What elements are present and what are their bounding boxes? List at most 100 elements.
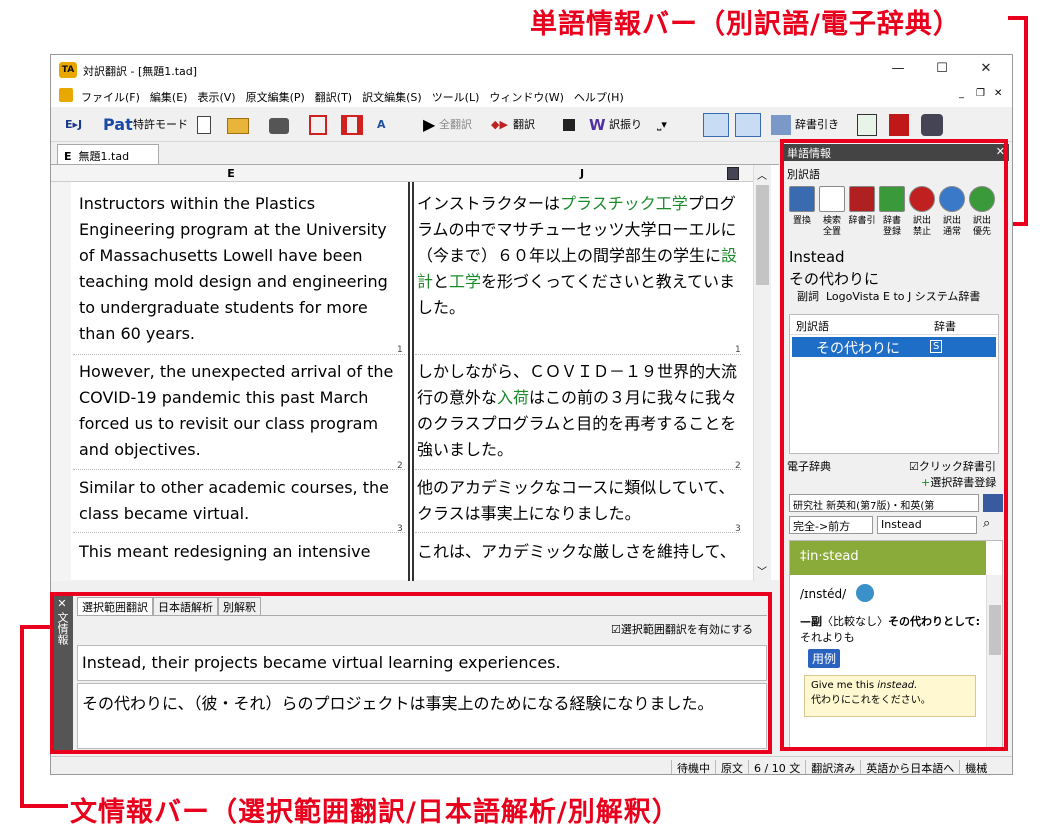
row-separator bbox=[415, 469, 741, 470]
ej-direction-button[interactable]: E▸J bbox=[65, 114, 82, 136]
row-separator bbox=[73, 532, 405, 533]
close-button[interactable]: ✕ bbox=[971, 61, 1001, 76]
open-folder-icon[interactable] bbox=[227, 118, 249, 134]
target-text: と bbox=[433, 272, 450, 291]
mdi-close-button[interactable]: ✕ bbox=[994, 88, 1002, 99]
doc-tab-bar: E 無題1.tad bbox=[51, 144, 779, 164]
target-text: インストラクターは bbox=[417, 194, 561, 213]
menu-item[interactable]: 訳文編集(S) bbox=[362, 89, 422, 105]
column-header-j[interactable]: J bbox=[411, 165, 753, 182]
row-number: 1 bbox=[735, 345, 741, 355]
highlight-term[interactable]: 入荷 bbox=[497, 388, 529, 407]
row-header bbox=[51, 182, 71, 581]
menu-item[interactable]: ファイル(F) bbox=[81, 89, 140, 105]
doc-tab-label: 無題1.tad bbox=[78, 150, 130, 163]
callout-line bbox=[1024, 16, 1028, 226]
scroll-thumb[interactable] bbox=[756, 185, 769, 285]
row-separator bbox=[415, 354, 741, 355]
highlight-term[interactable]: プラスチック工学 bbox=[560, 194, 688, 213]
scroll-down-icon[interactable]: ﹀ bbox=[757, 563, 767, 578]
source-cell[interactable]: Similar to other academic courses, the c… bbox=[79, 475, 405, 527]
status-items: 待機中 原文 6 / 10 文翻訳済み 英語から日本語へ 機械 bbox=[671, 760, 992, 774]
row-number: 3 bbox=[735, 524, 741, 534]
mdi-restore-button[interactable]: ❐ bbox=[976, 88, 985, 99]
target-cell[interactable]: これは、アカデミックな厳しさを維持して、 bbox=[417, 539, 741, 565]
menu-bar: ファイル(F) 編集(E) 表示(V) 原文編集(P) 翻訳(T) 訳文編集(S) ツール(… bbox=[51, 85, 1012, 107]
dictionary-icon bbox=[771, 115, 791, 135]
highlight-sentence-info bbox=[50, 592, 772, 754]
status-item: 6 / 10 文 bbox=[748, 760, 805, 774]
target-cell[interactable]: 他のアカデミックなコースに類似していて、クラスは事実上になりました。 bbox=[417, 475, 741, 527]
minimize-button[interactable]: — bbox=[883, 61, 913, 76]
column-header-e[interactable]: E bbox=[51, 165, 411, 182]
row-number: 2 bbox=[735, 461, 741, 471]
source-cell[interactable]: However, the unexpected arrival of the C… bbox=[79, 359, 405, 463]
stop-icon[interactable] bbox=[563, 119, 575, 131]
status-item: 英語から日本語へ bbox=[860, 760, 959, 774]
row-number: 2 bbox=[397, 461, 403, 471]
highlight-word-info bbox=[780, 139, 1008, 751]
translate-all-button[interactable]: 全翻訳 bbox=[439, 114, 472, 136]
menu-item[interactable]: ツール(L) bbox=[432, 89, 480, 105]
menu-item[interactable]: 翻訳(T) bbox=[315, 89, 352, 105]
status-item: 原文 bbox=[715, 760, 748, 774]
dict-lookup-button[interactable]: 辞書引き bbox=[795, 114, 839, 136]
translate-button[interactable]: 翻訳 bbox=[513, 114, 535, 136]
grid-corner-icon[interactable] bbox=[727, 167, 739, 180]
menu-items: ファイル(F) 編集(E) 表示(V) 原文編集(P) 翻訳(T) 訳文編集(S) ツール(… bbox=[81, 89, 634, 105]
print-icon[interactable] bbox=[269, 118, 289, 134]
translation-grid: E J ︿ ﹀ Instructors within the Plastics … bbox=[51, 164, 779, 581]
target-cell[interactable]: インストラクターはプラスチック工学プログラムの中でマサチューセッツ大学ローエルに… bbox=[417, 191, 741, 321]
play-icon[interactable]: ▶ bbox=[423, 114, 435, 136]
row-separator bbox=[73, 354, 405, 355]
app-icon: TA bbox=[59, 62, 77, 78]
layout-side-icon[interactable] bbox=[703, 113, 729, 137]
source-cell[interactable]: Instructors within the Plastics Engineer… bbox=[79, 191, 405, 347]
new-file-icon[interactable] bbox=[197, 116, 211, 134]
layout-stack-icon[interactable] bbox=[735, 113, 761, 137]
target-cell[interactable]: しかしながら、ＣＯＶＩＤ－１９世界的大流行の意外な入荷はこの前の３月に我々に我々… bbox=[417, 359, 741, 463]
doc-icon bbox=[59, 88, 73, 102]
pat-icon[interactable]: Pat bbox=[103, 114, 133, 136]
space-icon[interactable]: ⎵▾ bbox=[657, 114, 667, 136]
scroll-up-icon[interactable]: ︿ bbox=[757, 167, 767, 182]
translate-arrow-icon: ◆▶ bbox=[491, 118, 508, 131]
maximize-button[interactable]: ☐ bbox=[927, 61, 957, 76]
layout-columns-icon[interactable] bbox=[309, 115, 327, 135]
mdi-minimize-button[interactable]: _ bbox=[959, 88, 964, 99]
toolbar: E▸J Pat 特許モード A ▶ 全翻訳 ◆▶ 翻訳 W 訳振り ⎵▾ 辞書引… bbox=[51, 108, 1012, 142]
notes-icon[interactable] bbox=[857, 114, 877, 136]
status-item: 待機中 bbox=[671, 760, 715, 774]
callout-line bbox=[20, 625, 24, 808]
patent-mode-label[interactable]: 特許モード bbox=[133, 114, 188, 136]
menu-item[interactable]: ウィンドウ(W) bbox=[489, 89, 563, 105]
status-bar: 待機中 原文 6 / 10 文翻訳済み 英語から日本語へ 機械 bbox=[51, 756, 1012, 774]
row-separator bbox=[415, 532, 741, 533]
search-icon[interactable] bbox=[921, 114, 943, 136]
status-item: 機械 bbox=[959, 760, 992, 774]
grid-scrollbar[interactable]: ︿ ﹀ bbox=[753, 165, 771, 581]
callout-line bbox=[20, 625, 52, 629]
menu-item[interactable]: 表示(V) bbox=[197, 89, 235, 105]
layout-triple-icon[interactable] bbox=[341, 115, 363, 135]
column-divider[interactable] bbox=[408, 182, 414, 581]
ex-icon[interactable] bbox=[889, 114, 909, 136]
callout-sentence-info: 文情報バー（選択範囲翻訳/日本語解析/別解釈） bbox=[70, 797, 680, 828]
font-size-icon[interactable]: A bbox=[377, 114, 386, 136]
row-number: 3 bbox=[397, 524, 403, 534]
source-cell[interactable]: This meant redesigning an intensive bbox=[79, 539, 405, 565]
furigana-icon: W bbox=[589, 116, 606, 134]
menu-item[interactable]: 編集(E) bbox=[150, 89, 188, 105]
window-title: 対訳翻訳 - [無題1.tad] bbox=[83, 65, 198, 78]
callout-line bbox=[20, 804, 68, 808]
doc-tab-prefix: E bbox=[64, 150, 72, 163]
title-bar: TA 対訳翻訳 - [無題1.tad] — ☐ ✕ bbox=[51, 55, 1012, 85]
furigana-button[interactable]: 訳振り bbox=[609, 114, 642, 136]
callout-word-info: 単語情報バー（別訳語/電子辞典） bbox=[530, 9, 961, 40]
menu-item[interactable]: 原文編集(P) bbox=[246, 89, 305, 105]
doc-tab[interactable]: E 無題1.tad bbox=[57, 144, 159, 164]
menu-item[interactable]: ヘルプ(H) bbox=[574, 89, 624, 105]
highlight-term[interactable]: 工学 bbox=[449, 272, 481, 291]
row-separator bbox=[73, 469, 405, 470]
row-number: 1 bbox=[397, 345, 403, 355]
